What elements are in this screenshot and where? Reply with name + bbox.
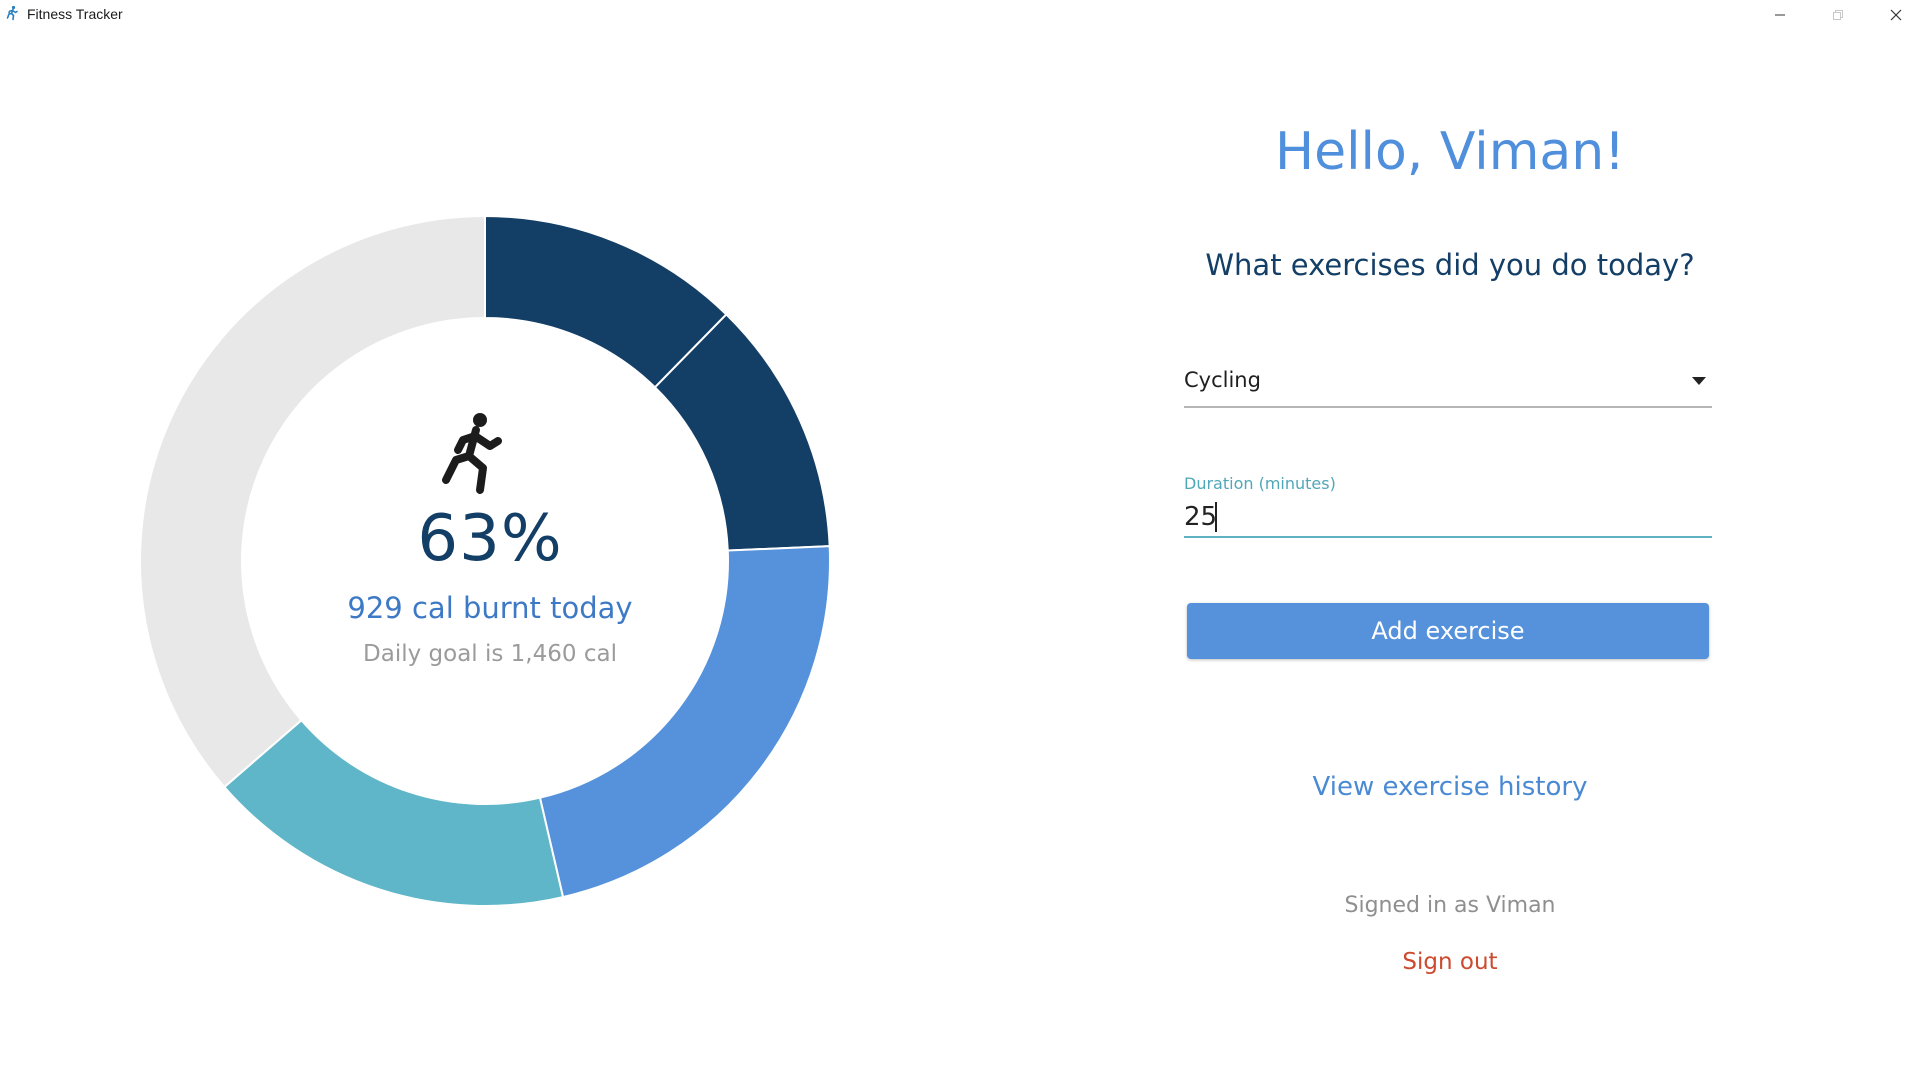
close-button[interactable] [1867,0,1920,30]
greeting-heading: Hello, Viman! [1274,122,1626,182]
runner-icon [6,5,18,21]
duration-input[interactable] [1184,498,1712,538]
runner-icon [442,413,502,494]
exercise-select[interactable]: Cycling [1184,360,1712,408]
add-exercise-button[interactable]: Add exercise [1187,603,1709,659]
minimize-icon [1775,14,1785,16]
dropdown-arrow-icon [1692,377,1706,385]
maximize-button[interactable] [1809,0,1867,30]
title-bar: Fitness Tracker [0,0,1920,30]
duration-label: Duration (minutes) [1184,474,1336,493]
sign-out-link[interactable]: Sign out [1120,949,1780,975]
close-icon [1890,9,1902,21]
goal-percent: 63% [417,502,563,576]
restore-icon [1833,10,1843,20]
exercise-select-value: Cycling [1184,368,1261,392]
minimize-button[interactable] [1751,0,1809,30]
text-caret [1215,502,1217,532]
calories-burnt-text: 929 cal burnt today [347,591,633,625]
exercise-question: What exercises did you do today? [1205,248,1695,282]
daily-goal-text: Daily goal is 1,460 cal [363,641,617,667]
window-title: Fitness Tracker [27,6,123,22]
signed-in-text: Signed in as Viman [1344,893,1556,918]
donut-slice-4 [222,718,565,906]
view-history-link[interactable]: View exercise history [1120,772,1780,802]
